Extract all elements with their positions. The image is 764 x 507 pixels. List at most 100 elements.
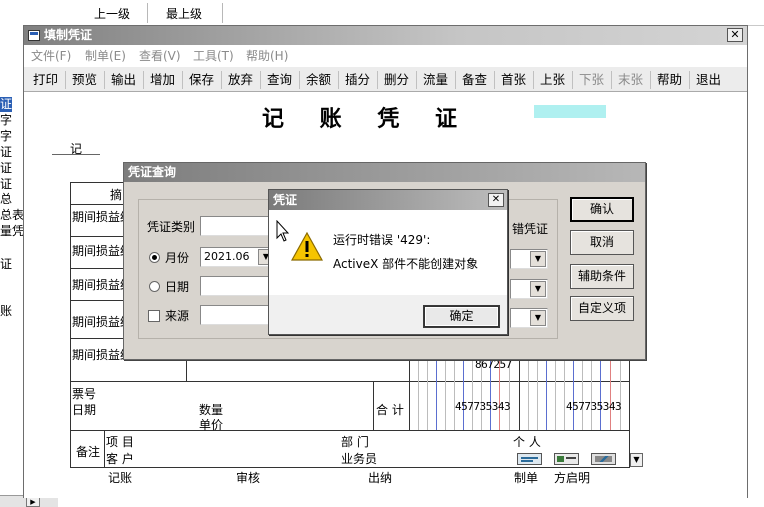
menu-edit[interactable]: 制单(E): [85, 47, 126, 64]
toolbar-separator: [689, 71, 690, 89]
toolbar-separator: [143, 71, 144, 89]
preview-button[interactable]: 预览: [72, 71, 97, 88]
tree-item[interactable]: 总表: [0, 208, 24, 223]
date-field[interactable]: [200, 276, 272, 296]
toolbar-separator: [222, 3, 223, 23]
cancel-button[interactable]: 取消: [570, 230, 634, 255]
window-app-icon: [28, 30, 40, 41]
tree-item[interactable]: 字: [0, 129, 12, 144]
tree-item[interactable]: 总: [0, 192, 12, 207]
date-radio[interactable]: [149, 281, 160, 292]
summary-header: 摘: [110, 188, 123, 202]
total-debit: 457735343: [455, 400, 511, 413]
card-icon[interactable]: [517, 453, 542, 465]
confirm-button[interactable]: 确认: [570, 197, 634, 222]
last-voucher-button[interactable]: 末张: [618, 71, 643, 88]
month-radio[interactable]: [149, 252, 160, 263]
delete-entry-button[interactable]: 删分: [384, 71, 409, 88]
toolbar-separator: [104, 71, 105, 89]
menu-tools[interactable]: 工具(T): [193, 47, 234, 64]
help-button[interactable]: 帮助: [657, 71, 682, 88]
maker-name: 方启明: [554, 471, 591, 485]
department-label: 部 门: [341, 435, 369, 449]
toolbar-separator: [572, 71, 573, 89]
toolbar-separator: [182, 71, 183, 89]
toolbar-separator: [65, 71, 66, 89]
chevron-down-icon[interactable]: ▼: [630, 453, 643, 467]
voucher-type-underline: [52, 154, 100, 155]
save-button[interactable]: 保存: [189, 71, 214, 88]
audit-label: 审核: [236, 471, 261, 485]
prev-voucher-button[interactable]: 上张: [540, 71, 565, 88]
voucher-attachment-field[interactable]: [534, 105, 606, 118]
memo-button[interactable]: 备查: [462, 71, 487, 88]
error-message-line2: ActiveX 部件不能创建对象: [333, 257, 479, 271]
tree-item[interactable]: 证: [0, 257, 12, 272]
source-checkbox[interactable]: [148, 310, 160, 322]
mouse-pointer-icon: [276, 220, 290, 242]
id-card-icon[interactable]: [554, 453, 579, 465]
tree-item[interactable]: 量凭: [0, 224, 24, 239]
toolbar-separator: [147, 3, 148, 23]
toolbar-separator: [377, 71, 378, 89]
grid-line: [70, 430, 630, 431]
voucher-type-combo[interactable]: [200, 216, 272, 236]
tree-item[interactable]: 字: [0, 113, 12, 128]
error-message-box: 凭证 ✕ 运行时错误 '429': ActiveX 部件不能创建对象 确定: [268, 189, 508, 335]
background-tree-panel: 证 字 字 证 证 证 总 总表 量凭 证 账: [0, 26, 24, 496]
menu-bar: 文件(F) 制单(E) 查看(V) 工具(T) 帮助(H): [24, 45, 747, 64]
voucher-type-label: 凭证类别: [147, 220, 196, 234]
total-label: 合 计: [376, 403, 404, 417]
next-voucher-button[interactable]: 下张: [579, 71, 604, 88]
month-label: 月份: [165, 251, 190, 265]
personal-label: 个 人: [513, 435, 541, 449]
error-dialog-title[interactable]: 凭证 ✕: [269, 190, 507, 210]
tree-item[interactable]: 证: [0, 145, 12, 160]
chevron-down-icon[interactable]: ▼: [530, 310, 546, 326]
tree-item[interactable]: 证: [0, 97, 13, 112]
export-button[interactable]: 输出: [111, 71, 136, 88]
toolbar-separator: [260, 71, 261, 89]
source-field[interactable]: [200, 305, 272, 325]
balance-button[interactable]: 余额: [306, 71, 331, 88]
maker-label: 制单: [514, 471, 539, 485]
tree-item[interactable]: 证: [0, 161, 12, 176]
menu-help[interactable]: 帮助(H): [246, 47, 288, 64]
ok-button[interactable]: 确定: [424, 306, 499, 327]
total-credit: 457735343: [566, 400, 622, 413]
cashflow-button[interactable]: 流量: [423, 71, 448, 88]
window-titlebar[interactable]: 填制凭证 ✕: [24, 26, 747, 45]
customer-label: 客 户: [106, 452, 134, 466]
menu-file[interactable]: 文件(F): [31, 47, 71, 64]
scroll-right-arrow-icon[interactable]: ▶: [26, 497, 40, 507]
project-label: 项 目: [106, 435, 134, 449]
ticket-number-label: 票号: [72, 387, 97, 401]
insert-entry-button[interactable]: 插分: [345, 71, 370, 88]
up-level-button[interactable]: 上一级: [94, 5, 130, 22]
menu-view[interactable]: 查看(V): [139, 47, 181, 64]
date-label: 日期: [165, 280, 190, 294]
chart-icon[interactable]: [591, 453, 616, 465]
custom-fields-button[interactable]: 自定义项: [570, 296, 634, 321]
voucher-toolbar: 打印 预览 输出 增加 保存 放弃 查询 余额 插分 删分 流量 备查 首张 上…: [24, 66, 747, 92]
source-label: 来源: [165, 309, 190, 323]
print-button[interactable]: 打印: [33, 71, 58, 88]
chevron-down-icon[interactable]: ▼: [530, 251, 546, 267]
top-level-button[interactable]: 最上级: [166, 5, 202, 22]
discard-button[interactable]: 放弃: [228, 71, 253, 88]
tree-item[interactable]: 账: [0, 304, 12, 319]
query-button[interactable]: 查询: [267, 71, 292, 88]
toolbar-separator: [650, 71, 651, 89]
chevron-down-icon[interactable]: ▼: [530, 281, 546, 297]
salesperson-label: 业务员: [341, 452, 378, 466]
query-dialog-title[interactable]: 凭证查询: [124, 163, 645, 182]
close-icon[interactable]: ✕: [727, 28, 743, 42]
toolbar-separator: [338, 71, 339, 89]
first-voucher-button[interactable]: 首张: [501, 71, 526, 88]
close-icon[interactable]: ✕: [488, 193, 504, 207]
auxiliary-conditions-button[interactable]: 辅助条件: [570, 264, 634, 289]
exit-button[interactable]: 退出: [696, 71, 721, 88]
tree-item[interactable]: 证: [0, 177, 12, 192]
grid-line: [70, 182, 71, 468]
add-button[interactable]: 增加: [150, 71, 175, 88]
